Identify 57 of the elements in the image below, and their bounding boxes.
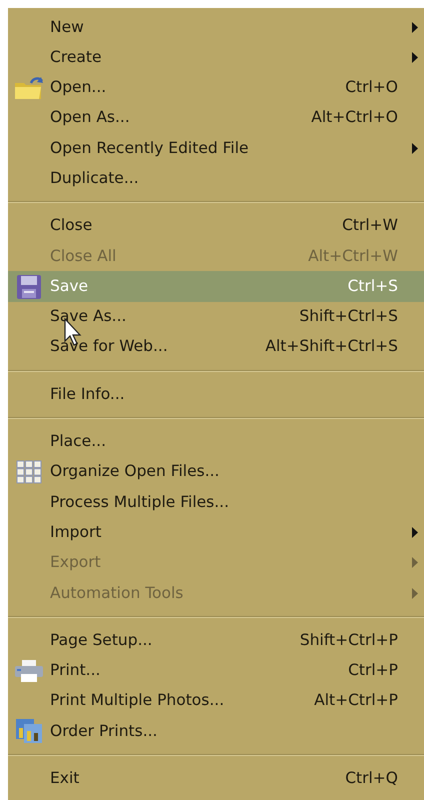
shortcut-label: Ctrl+P — [348, 660, 398, 682]
folder-icon — [13, 74, 45, 101]
menu-item[interactable]: Import — [8, 517, 424, 548]
shortcut-label: Shift+Ctrl+S — [299, 306, 398, 328]
menu-item-label: Import — [50, 522, 102, 543]
menu-item-label: Print Multiple Photos... — [50, 690, 224, 712]
menu-item[interactable]: Exit Ctrl+Q — [8, 764, 424, 794]
menu-item[interactable]: Open... Ctrl+O — [8, 72, 424, 103]
shortcut-label: Shift+Ctrl+P — [300, 630, 398, 651]
shortcut-label: Alt+Ctrl+O — [311, 107, 398, 128]
menu-item[interactable]: Print... Ctrl+P — [8, 656, 424, 686]
menu-item-label: Open... — [50, 77, 106, 98]
menu-item[interactable]: Open Recently Edited File — [8, 133, 424, 164]
menu-item-label: File Info... — [50, 384, 125, 405]
menu-item-label: Organize Open Files... — [50, 461, 220, 482]
menu-item-label: Close — [50, 215, 92, 236]
menu-item-label: Order Prints... — [50, 720, 158, 742]
menu-item[interactable]: Print Multiple Photos... Alt+Ctrl+P — [8, 686, 424, 716]
menu-item-label: Create — [50, 46, 102, 68]
menu-item-label: Exit — [50, 768, 80, 790]
shortcut-label: Ctrl+O — [345, 77, 398, 98]
menu-item-label: New — [50, 16, 84, 38]
shortcut-label: Alt+Ctrl+W — [308, 246, 398, 267]
shortcut-label: Alt+Ctrl+P — [314, 690, 398, 712]
menu-item-label: Open As... — [50, 107, 130, 128]
menu-item-label: Close All — [50, 246, 116, 267]
menu-item-label: Automation Tools — [50, 582, 184, 604]
menu-item[interactable]: Duplicate... — [8, 163, 424, 194]
menu-item[interactable]: Create — [8, 42, 424, 73]
menu-item-label: Save for Web... — [50, 336, 168, 358]
shortcut-label: Ctrl+S — [348, 276, 398, 297]
shortcut-label: Ctrl+W — [342, 215, 398, 236]
menu-item-label: Process Multiple Files... — [50, 492, 230, 513]
menu-item-label: Save As... — [50, 306, 126, 328]
menu-item-label: Place... — [50, 431, 106, 452]
printer-icon — [14, 658, 44, 683]
menu-item-label: Save — [50, 276, 88, 297]
menu-item[interactable]: Process Multiple Files... — [8, 487, 424, 518]
menu-item[interactable]: Open As... Alt+Ctrl+O — [8, 102, 424, 134]
menu-item[interactable]: New — [8, 12, 424, 42]
menu-item[interactable]: Order Prints... — [8, 716, 424, 747]
menu-item-label: Page Setup... — [50, 630, 152, 651]
menu-item-label: Export — [50, 552, 101, 574]
menu-item[interactable]: Place... — [8, 426, 424, 457]
shortcut-label: Alt+Shift+Ctrl+S — [265, 336, 398, 358]
grid-icon — [16, 460, 42, 484]
menu-item[interactable]: Organize Open Files... — [8, 456, 424, 488]
menu-item[interactable]: Close Ctrl+W — [8, 210, 424, 242]
shortcut-label: Ctrl+Q — [345, 768, 398, 790]
menu-item[interactable]: Page Setup... Shift+Ctrl+P — [8, 625, 424, 656]
menu-item-label: Print... — [50, 660, 100, 682]
menu-item[interactable]: Save for Web... Alt+Shift+Ctrl+S — [8, 332, 424, 362]
menu-item[interactable]: File Info... — [8, 379, 424, 410]
menu-item[interactable]: Save As... Shift+Ctrl+S — [8, 302, 424, 332]
photos-icon — [15, 718, 43, 744]
menu-item-label: Open Recently Edited File — [50, 138, 249, 159]
menu-item-label: Duplicate... — [50, 168, 139, 189]
